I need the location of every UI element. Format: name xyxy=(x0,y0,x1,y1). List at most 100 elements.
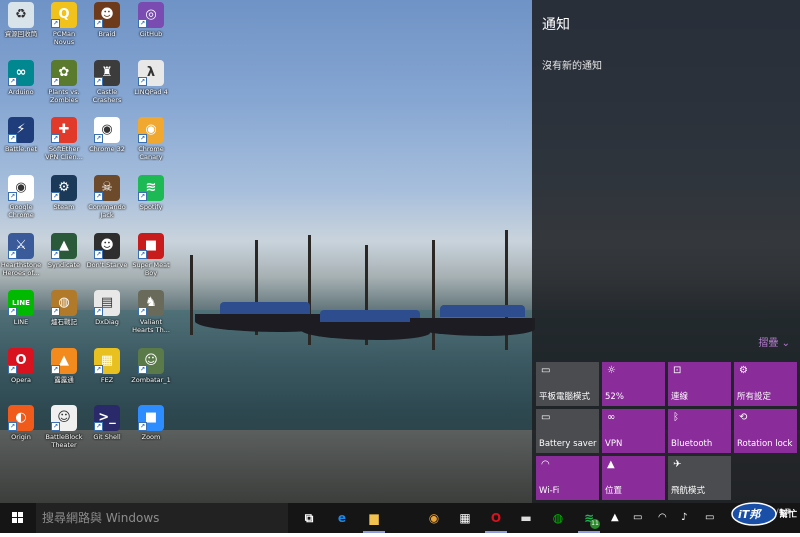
quick-action-label: 平板電腦模式 xyxy=(539,392,591,402)
quick-action-tile[interactable]: ▲ 位置 xyxy=(602,456,665,500)
volume-icon[interactable]: ♪ xyxy=(681,503,687,533)
quick-action-tile[interactable]: ◠ Wi-Fi xyxy=(536,456,599,500)
start-button[interactable] xyxy=(0,503,36,533)
shortcut-arrow-icon: ↗ xyxy=(138,134,147,143)
desktop-icon[interactable]: λ ↗ LINQPad 4 xyxy=(122,60,180,96)
quick-action-label: VPN xyxy=(605,439,623,449)
task-view-taskbar-button[interactable]: ⧉ xyxy=(296,506,322,530)
shortcut-arrow-icon: ↗ xyxy=(8,250,17,259)
shortcut-arrow-icon: ↗ xyxy=(94,422,103,431)
shortcut-arrow-icon: ↗ xyxy=(51,250,60,259)
taskbar: 搜尋網路與 Windows ⧉e▆◉▦O▬◍≋ 11 ▲ ▭ ◠ ♪ ▭ 201… xyxy=(0,503,800,533)
app-icon: ☺ ↗ xyxy=(51,405,77,431)
app-icon: >_ ↗ xyxy=(94,405,120,431)
app-icon: ■ ↗ xyxy=(138,405,164,431)
shortcut-arrow-icon: ↗ xyxy=(51,134,60,143)
quick-action-tile[interactable]: ∞ VPN xyxy=(602,409,665,453)
store-icon: ▦ xyxy=(459,511,471,525)
shortcut-arrow-icon: ↗ xyxy=(138,19,147,28)
quick-action-label: 位置 xyxy=(605,486,623,496)
desktop-icon[interactable]: ◉ ↗ Chrome Canary xyxy=(122,117,180,161)
quick-action-tile[interactable]: ⚙ 所有設定 xyxy=(734,362,797,406)
desktop-icon-label: Valiant Hearts Th... xyxy=(132,318,170,334)
shortcut-arrow-icon: ↗ xyxy=(51,307,60,316)
shortcut-arrow-icon: ↗ xyxy=(51,365,60,374)
app-icon: LINE ↗ xyxy=(8,290,34,316)
app-icon: ◉ ↗ xyxy=(8,175,34,201)
app-icon: ♜ ↗ xyxy=(94,60,120,86)
quick-action-tile[interactable]: ☼ 52% xyxy=(602,362,665,406)
file-explorer-taskbar-button[interactable]: ▆ xyxy=(361,506,387,533)
shortcut-arrow-icon: ↗ xyxy=(51,77,60,86)
show-hidden-icons-chevron-icon[interactable]: ▲ xyxy=(611,503,619,533)
desktop-icon[interactable]: ■ ↗ Super Meat Boy xyxy=(122,233,180,277)
battery-icon[interactable]: ▭ xyxy=(633,503,642,533)
shortcut-arrow-icon: ↗ xyxy=(8,77,17,86)
store-taskbar-button[interactable]: ▦ xyxy=(452,506,478,530)
rotation-lock-icon: ⟲ xyxy=(739,412,748,423)
desktop-icon[interactable]: ■ ↗ Zoom xyxy=(122,405,180,441)
tablet-icon: ▭ xyxy=(541,365,551,376)
search-box[interactable]: 搜尋網路與 Windows xyxy=(36,503,288,533)
shortcut-arrow-icon: ↗ xyxy=(51,19,60,28)
quick-action-label: Wi-Fi xyxy=(539,486,560,496)
app-icon: O ↗ xyxy=(8,348,34,374)
desktop-icon-label: LINQPad 4 xyxy=(134,88,168,96)
line-icon: ◍ xyxy=(552,511,564,525)
airplane-icon: ✈ xyxy=(673,459,682,470)
shortcut-arrow-icon: ↗ xyxy=(94,307,103,316)
ie-icon: e xyxy=(337,511,347,525)
network-icon[interactable]: ◠ xyxy=(658,503,667,533)
quick-action-tile[interactable]: ᛒ Bluetooth xyxy=(668,409,731,453)
app-icon: ▦ ↗ xyxy=(94,348,120,374)
shortcut-arrow-icon: ↗ xyxy=(51,192,60,201)
desktop-icon[interactable]: ◎ ↗ GitHub xyxy=(122,2,180,38)
notification-icon[interactable]: ▭ xyxy=(705,503,714,533)
app-icon: ☻ ↗ xyxy=(94,233,120,259)
shortcut-arrow-icon: ↗ xyxy=(138,365,147,374)
connect-icon: ⊡ xyxy=(673,365,682,376)
opera-taskbar-button[interactable]: O xyxy=(483,506,509,533)
desktop-icon-label: Chrome Canary xyxy=(138,145,164,161)
desktop-icon-label: Super Meat Boy xyxy=(132,261,170,277)
collapse-link[interactable]: 摺疊 ⌄ xyxy=(758,334,790,349)
quick-action-label: Battery saver xyxy=(539,439,597,449)
desktop-icon-label: Zoom xyxy=(141,433,161,441)
shortcut-arrow-icon: ↗ xyxy=(94,250,103,259)
quick-action-tile[interactable]: ▭ 平板電腦模式 xyxy=(536,362,599,406)
bluetooth-icon: ᛒ xyxy=(673,412,679,423)
quick-action-tile[interactable]: ✈ 飛航模式 xyxy=(668,456,731,500)
app-icon: ♻ xyxy=(8,2,34,28)
quick-action-tile[interactable]: ⟲ Rotation lock xyxy=(734,409,797,453)
spotify-badge: 11 xyxy=(590,519,600,529)
task-view-icon: ⧉ xyxy=(304,510,314,525)
ie-taskbar-button[interactable]: e xyxy=(329,506,355,530)
shortcut-arrow-icon: ↗ xyxy=(94,192,103,201)
quick-action-tile[interactable]: ⊡ 連線 xyxy=(668,362,731,406)
app-icon: ■ ↗ xyxy=(138,233,164,259)
app-icon: ✿ ↗ xyxy=(51,60,77,86)
shortcut-arrow-icon: ↗ xyxy=(51,422,60,431)
shortcut-arrow-icon: ↗ xyxy=(138,77,147,86)
line-taskbar-button[interactable]: ◍ xyxy=(545,506,571,530)
quick-action-label: 所有設定 xyxy=(737,392,772,402)
quick-action-tile[interactable]: ▭ Battery saver xyxy=(536,409,599,453)
desktop-icon[interactable]: ♞ ↗ Valiant Hearts Th... xyxy=(122,290,180,334)
terminal-taskbar-button[interactable]: ▬ xyxy=(513,506,539,530)
app-icon: ⚡ ↗ xyxy=(8,117,34,143)
watermark-text: iT邦 xyxy=(738,508,761,521)
quick-action-label: 飛航模式 xyxy=(671,486,706,496)
app-icon: ◍ ↗ xyxy=(51,290,77,316)
gondola-cover xyxy=(440,305,525,317)
chevron-down-icon: ⌄ xyxy=(781,338,790,349)
collapse-label: 摺疊 xyxy=(758,338,779,349)
windows-logo-icon xyxy=(12,512,23,523)
chrome-taskbar-button[interactable]: ◉ xyxy=(421,506,447,530)
desktop-icon[interactable]: ≋ ↗ Spotify xyxy=(122,175,180,211)
app-icon: ▲ ↗ xyxy=(51,348,77,374)
app-icon: ◉ ↗ xyxy=(94,117,120,143)
desktop-icon-label: Spotify xyxy=(139,203,163,211)
app-icon: ≋ ↗ xyxy=(138,175,164,201)
shortcut-arrow-icon: ↗ xyxy=(8,422,17,431)
desktop-icon[interactable]: ☺ ↗ Zombatar_1 xyxy=(122,348,180,384)
